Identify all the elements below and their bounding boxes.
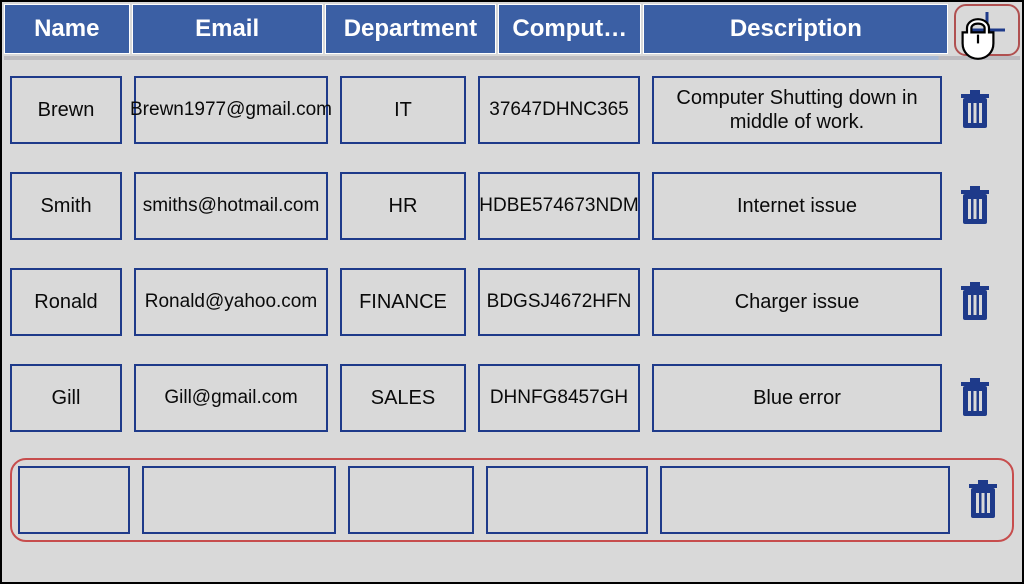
name-cell[interactable]: Brewn	[10, 76, 122, 144]
add-row-button[interactable]	[954, 4, 1020, 56]
computer-cell[interactable]: 37647DHNC365	[478, 76, 640, 144]
email-cell[interactable]: smiths@hotmail.com	[134, 172, 328, 240]
table-header: Name Email Department Comput… Descriptio…	[2, 2, 1022, 56]
table-row	[10, 458, 1014, 542]
delete-row-button[interactable]	[954, 90, 996, 130]
email-cell[interactable]: Ronald@yahoo.com	[134, 268, 328, 336]
department-cell[interactable]: HR	[340, 172, 466, 240]
header-description[interactable]: Description	[643, 4, 948, 54]
description-cell[interactable]: Internet issue	[652, 172, 942, 240]
description-cell[interactable]	[660, 466, 950, 534]
delete-row-button[interactable]	[954, 378, 996, 418]
header-email[interactable]: Email	[132, 4, 323, 54]
computer-cell[interactable]	[486, 466, 648, 534]
description-cell[interactable]: Blue error	[652, 364, 942, 432]
delete-row-button[interactable]	[954, 186, 996, 226]
description-cell[interactable]: Charger issue	[652, 268, 942, 336]
header-separator	[4, 56, 1020, 60]
computer-cell[interactable]: HDBE574673NDM	[478, 172, 640, 240]
trash-icon	[966, 480, 1000, 520]
email-cell[interactable]	[142, 466, 336, 534]
trash-icon	[958, 282, 992, 322]
computer-cell[interactable]: DHNFG8457GH	[478, 364, 640, 432]
table-row: RonaldRonald@yahoo.comFINANCEBDGSJ4672HF…	[10, 266, 1014, 338]
cursor-icon	[956, 17, 1000, 66]
table-row: BrewnBrewn1977@gmail.comIT37647DHNC365Co…	[10, 74, 1014, 146]
email-cell[interactable]: Brewn1977@gmail.com	[134, 76, 328, 144]
trash-icon	[958, 90, 992, 130]
name-cell[interactable]: Smith	[10, 172, 122, 240]
header-department[interactable]: Department	[325, 4, 496, 54]
department-cell[interactable]: FINANCE	[340, 268, 466, 336]
department-cell[interactable]: SALES	[340, 364, 466, 432]
rows-container: BrewnBrewn1977@gmail.comIT37647DHNC365Co…	[2, 66, 1022, 542]
description-cell[interactable]: Computer Shutting down in middle of work…	[652, 76, 942, 144]
name-cell[interactable]: Gill	[10, 364, 122, 432]
table-row: Smithsmiths@hotmail.comHRHDBE574673NDMIn…	[10, 170, 1014, 242]
delete-row-button[interactable]	[962, 480, 1004, 520]
department-cell[interactable]	[348, 466, 474, 534]
computer-cell[interactable]: BDGSJ4672HFN	[478, 268, 640, 336]
header-computer[interactable]: Comput…	[498, 4, 641, 54]
name-cell[interactable]	[18, 466, 130, 534]
table-row: GillGill@gmail.comSALESDHNFG8457GHBlue e…	[10, 362, 1014, 434]
department-cell[interactable]: IT	[340, 76, 466, 144]
delete-row-button[interactable]	[954, 282, 996, 322]
trash-icon	[958, 378, 992, 418]
name-cell[interactable]: Ronald	[10, 268, 122, 336]
trash-icon	[958, 186, 992, 226]
email-cell[interactable]: Gill@gmail.com	[134, 364, 328, 432]
header-name[interactable]: Name	[4, 4, 130, 54]
